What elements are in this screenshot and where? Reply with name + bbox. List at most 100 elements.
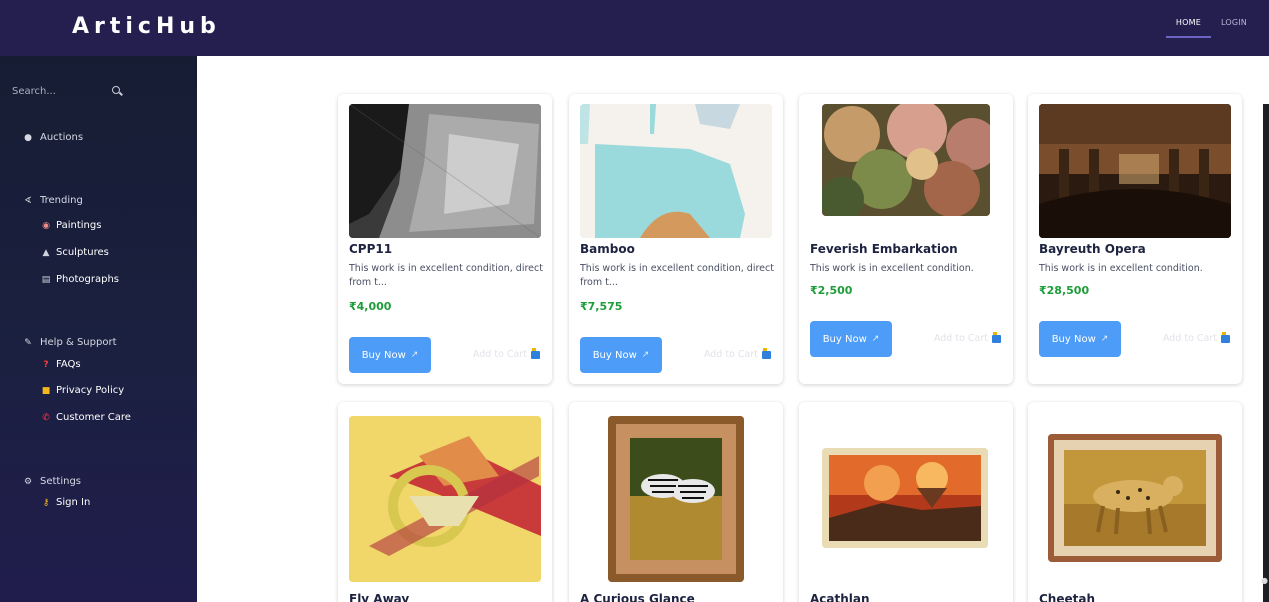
chart-line-icon: ∢ bbox=[24, 195, 32, 206]
add-to-cart-label: Add to Cart bbox=[472, 349, 527, 360]
external-link-icon: ↗ bbox=[410, 350, 419, 360]
palette-icon: ◉ bbox=[42, 220, 50, 231]
artwork-card[interactable]: Fly Away bbox=[338, 402, 552, 602]
sidebar-item-customer-care[interactable]: ✆ Customer Care bbox=[40, 412, 131, 423]
nav-home-link[interactable]: HOME bbox=[1165, 14, 1211, 38]
buy-now-button[interactable]: Buy Now ↗ bbox=[349, 337, 431, 373]
artwork-image[interactable] bbox=[822, 448, 988, 548]
add-to-cart-label: Add to Cart bbox=[703, 349, 758, 360]
artwork-image[interactable] bbox=[608, 416, 744, 582]
handshake-icon: ✎ bbox=[24, 337, 32, 348]
artwork-card[interactable]: Bayreuth Opera This work is in excellent… bbox=[1028, 94, 1242, 384]
sidebar-item-label: Privacy Policy bbox=[56, 385, 125, 396]
photo-icon: ▤ bbox=[41, 274, 51, 285]
top-nav: HOME LOGIN bbox=[1165, 14, 1257, 38]
home-icon: ● bbox=[24, 132, 32, 143]
sidebar-item-paintings[interactable]: ◉ Paintings bbox=[40, 220, 101, 231]
sidebar-item-sculptures[interactable]: ▲ Sculptures bbox=[40, 247, 109, 258]
search-input[interactable] bbox=[12, 85, 92, 97]
sidebar-section-trending[interactable]: ∢ Trending bbox=[22, 195, 83, 206]
artwork-image[interactable] bbox=[1039, 104, 1231, 238]
artwork-description: This work is in excellent condition, dir… bbox=[580, 263, 774, 288]
artwork-image[interactable] bbox=[1048, 434, 1222, 562]
sidebar-item-auctions[interactable]: ● Auctions bbox=[22, 132, 83, 143]
buy-now-label: Buy Now bbox=[592, 349, 637, 361]
artwork-price: ₹4,000 bbox=[349, 300, 392, 313]
artwork-card[interactable]: Acathlan bbox=[799, 402, 1013, 602]
buy-now-label: Buy Now bbox=[361, 349, 406, 361]
sidebar-section-settings[interactable]: ⚙ Settings bbox=[22, 476, 81, 487]
sidebar-section-label: Trending bbox=[40, 195, 83, 206]
artwork-image[interactable] bbox=[349, 416, 541, 582]
artwork-title[interactable]: Feverish Embarkation bbox=[810, 242, 958, 256]
artwork-card[interactable]: Cheetah bbox=[1028, 402, 1242, 602]
buy-now-button[interactable]: Buy Now ↗ bbox=[580, 337, 662, 373]
gears-icon: ⚙ bbox=[23, 476, 33, 487]
add-to-cart-button[interactable]: Add to Cart bbox=[703, 347, 771, 360]
artwork-card[interactable]: Feverish Embarkation This work is in exc… bbox=[799, 94, 1013, 384]
top-navbar: ArticHub HOME LOGIN bbox=[0, 0, 1269, 56]
artwork-description: This work is in excellent condition, dir… bbox=[349, 263, 543, 288]
phone-icon: ✆ bbox=[42, 412, 50, 423]
sidebar-section-help[interactable]: ✎ Help & Support bbox=[22, 337, 116, 348]
question-icon: ? bbox=[43, 359, 49, 370]
cart-icon bbox=[762, 347, 771, 359]
key-icon: ⚷ bbox=[42, 497, 50, 508]
sidebar-item-label: Paintings bbox=[56, 220, 102, 231]
search-icon[interactable] bbox=[112, 86, 122, 96]
scroll-indicator-icon: ● bbox=[1261, 576, 1268, 585]
sidebar-item-photographs[interactable]: ▤ Photographs bbox=[40, 274, 119, 285]
sidebar-search bbox=[12, 82, 122, 100]
sidebar: ● Auctions ∢ Trending ◉ Paintings ▲ Scul… bbox=[0, 56, 197, 602]
artwork-price: ₹2,500 bbox=[810, 284, 853, 297]
artwork-card[interactable]: A Curious Glance bbox=[569, 402, 783, 602]
sidebar-section-label: Help & Support bbox=[40, 337, 117, 348]
sculpture-icon: ▲ bbox=[42, 247, 50, 258]
buy-now-button[interactable]: Buy Now ↗ bbox=[810, 321, 892, 357]
artwork-title[interactable]: Cheetah bbox=[1039, 592, 1095, 602]
sidebar-item-label: Sign In bbox=[56, 497, 91, 508]
add-to-cart-label: Add to Cart bbox=[933, 333, 988, 344]
artwork-title[interactable]: Bamboo bbox=[580, 242, 635, 256]
buy-now-label: Buy Now bbox=[822, 333, 867, 345]
cart-icon bbox=[1221, 331, 1230, 343]
sidebar-item-label: FAQs bbox=[56, 359, 81, 370]
artwork-card[interactable]: Bamboo This work is in excellent conditi… bbox=[569, 94, 783, 384]
sidebar-item-faqs[interactable]: ? FAQs bbox=[40, 359, 81, 370]
external-link-icon: ↗ bbox=[871, 334, 880, 344]
artwork-image[interactable] bbox=[822, 104, 990, 216]
sidebar-item-label: Photographs bbox=[56, 274, 120, 285]
artwork-title[interactable]: Acathlan bbox=[810, 592, 870, 602]
sidebar-item-label: Sculptures bbox=[56, 247, 109, 258]
add-to-cart-button[interactable]: Add to Cart bbox=[1162, 331, 1230, 344]
artwork-image[interactable] bbox=[349, 104, 541, 238]
sidebar-item-label: Auctions bbox=[40, 132, 84, 143]
brand-logo[interactable]: ArticHub bbox=[72, 14, 221, 39]
sidebar-item-sign-in[interactable]: ⚷ Sign In bbox=[40, 497, 91, 508]
artwork-description: This work is in excellent condition. bbox=[1039, 263, 1203, 274]
main-content: CPP11 This work is in excellent conditio… bbox=[197, 56, 1269, 602]
add-to-cart-button[interactable]: Add to Cart bbox=[472, 347, 540, 360]
artwork-price: ₹7,575 bbox=[580, 300, 623, 313]
artwork-title[interactable]: Fly Away bbox=[349, 592, 409, 602]
sidebar-item-privacy-policy[interactable]: ■ Privacy Policy bbox=[40, 385, 124, 396]
artwork-description: This work is in excellent condition. bbox=[810, 263, 974, 274]
artwork-title[interactable]: Bayreuth Opera bbox=[1039, 242, 1146, 256]
artwork-price: ₹28,500 bbox=[1039, 284, 1090, 297]
cart-icon bbox=[992, 331, 1001, 343]
buy-now-label: Buy Now bbox=[1051, 333, 1096, 345]
external-link-icon: ↗ bbox=[1100, 334, 1109, 344]
lock-icon: ■ bbox=[41, 385, 51, 396]
artwork-title[interactable]: A Curious Glance bbox=[580, 592, 695, 602]
external-link-icon: ↗ bbox=[641, 350, 650, 360]
nav-login-link[interactable]: LOGIN bbox=[1211, 14, 1257, 38]
add-to-cart-label: Add to Cart bbox=[1162, 333, 1217, 344]
artwork-title[interactable]: CPP11 bbox=[349, 242, 392, 256]
artwork-image[interactable] bbox=[580, 104, 772, 238]
sidebar-section-label: Settings bbox=[40, 476, 82, 487]
scrollbar[interactable] bbox=[1263, 104, 1269, 602]
add-to-cart-button[interactable]: Add to Cart bbox=[933, 331, 1001, 344]
buy-now-button[interactable]: Buy Now ↗ bbox=[1039, 321, 1121, 357]
artwork-card[interactable]: CPP11 This work is in excellent conditio… bbox=[338, 94, 552, 384]
cart-icon bbox=[531, 347, 540, 359]
